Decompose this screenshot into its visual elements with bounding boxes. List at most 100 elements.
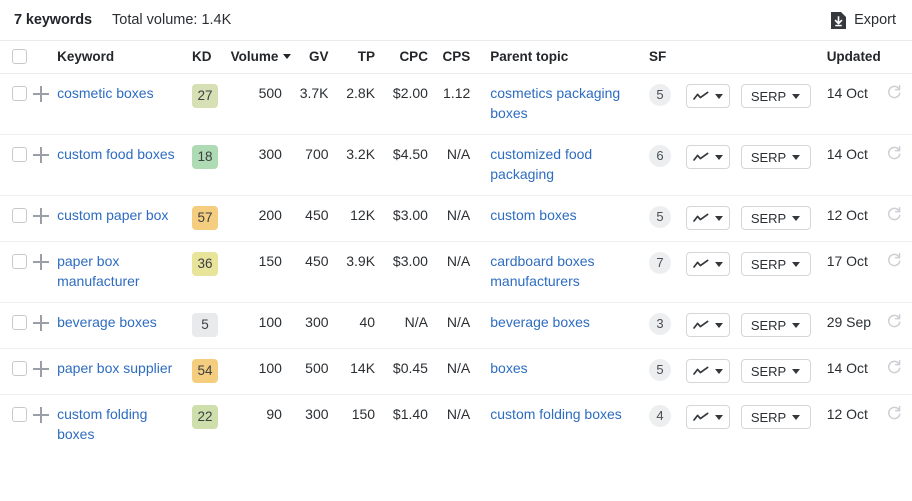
sparkline-icon (692, 213, 709, 224)
tp-cell: 2.8K (338, 73, 386, 135)
row-select-cell (0, 241, 30, 303)
serp-dropdown-button[interactable]: SERP (740, 84, 811, 108)
sort-desc-icon (283, 54, 292, 60)
serp-dropdown-button[interactable]: SERP (740, 359, 811, 383)
column-header-gv[interactable]: GV (291, 40, 339, 74)
kd-cell: 5 (181, 302, 231, 349)
refresh-icon[interactable] (882, 405, 912, 421)
sf-badge: 4 (648, 405, 671, 427)
column-header-updated[interactable]: Updated (816, 40, 883, 74)
parent-topic-link[interactable]: boxes (490, 359, 527, 379)
trend-dropdown-button[interactable] (685, 206, 730, 230)
trend-dropdown-button[interactable] (685, 145, 730, 169)
cps-cell: N/A (437, 195, 481, 242)
keyword-link[interactable]: paper box supplier (57, 359, 172, 379)
volume-cell: 300 (230, 134, 292, 196)
parent-topic-cell: customized food packaging (480, 134, 639, 196)
plus-icon[interactable] (32, 361, 49, 377)
column-header-cps[interactable]: CPS (437, 40, 481, 74)
sf-cell: 5 (638, 73, 686, 135)
trend-dropdown-button[interactable] (685, 252, 730, 276)
sf-badge: 3 (648, 313, 671, 335)
refresh-icon[interactable] (882, 145, 912, 161)
updated-date: 14 Oct (826, 360, 868, 376)
column-header-volume[interactable]: Volume (230, 40, 292, 74)
keyword-link[interactable]: beverage boxes (57, 313, 157, 333)
plus-icon[interactable] (32, 147, 49, 163)
sf-cell: 4 (639, 395, 686, 456)
keyword-link[interactable]: paper box manufacturer (57, 252, 182, 291)
plus-icon[interactable] (32, 407, 49, 423)
refresh-cell (882, 241, 912, 303)
export-button[interactable]: Export (829, 10, 898, 31)
column-header-kd[interactable]: KD (181, 40, 231, 74)
plus-icon[interactable] (32, 254, 49, 270)
chevron-down-icon (792, 93, 801, 99)
refresh-cell (882, 73, 912, 135)
serp-label: SERP (750, 256, 787, 272)
serp-dropdown-button[interactable]: SERP (740, 252, 811, 276)
trend-cell (685, 134, 741, 196)
trend-dropdown-button[interactable] (685, 405, 730, 429)
trend-dropdown-button[interactable] (685, 313, 730, 337)
parent-topic-link[interactable]: customized food packaging (490, 145, 639, 184)
row-checkbox[interactable] (12, 86, 27, 101)
chevron-down-icon (714, 261, 723, 267)
select-all-checkbox[interactable] (12, 49, 27, 64)
trend-cell (685, 302, 741, 349)
row-checkbox[interactable] (12, 315, 27, 330)
trend-dropdown-button[interactable] (685, 84, 730, 108)
refresh-icon[interactable] (882, 84, 912, 100)
select-all-header (0, 40, 30, 74)
row-checkbox[interactable] (12, 208, 27, 223)
parent-topic-link[interactable]: beverage boxes (490, 313, 590, 333)
plus-icon[interactable] (32, 208, 49, 224)
keyword-link[interactable]: custom paper box (57, 206, 168, 226)
keyword-link[interactable]: custom food boxes (57, 145, 175, 165)
table-header: Keyword KD Volume GV TP CPC CPS Parent t… (0, 40, 912, 74)
row-select-cell (0, 302, 30, 349)
row-checkbox[interactable] (12, 407, 27, 422)
column-header-keyword[interactable]: Keyword (57, 40, 182, 74)
parent-topic-link[interactable]: custom boxes (490, 206, 576, 226)
updated-cell: 29 Sep (816, 302, 883, 349)
row-checkbox[interactable] (12, 361, 27, 376)
column-header-cpc[interactable]: CPC (385, 40, 438, 74)
serp-dropdown-button[interactable]: SERP (740, 206, 811, 230)
table-row: custom paper box 57 200 450 12K $3.00 N/… (0, 195, 912, 242)
results-toolbar: 7 keywords Total volume: 1.4K Export (0, 0, 912, 40)
sparkline-icon (692, 259, 709, 270)
parent-topic-link[interactable]: custom folding boxes (490, 405, 622, 425)
refresh-cell (882, 134, 912, 196)
column-header-sf[interactable]: SF (638, 40, 686, 74)
row-expand-cell (29, 241, 58, 303)
column-header-tp[interactable]: TP (338, 40, 386, 74)
refresh-icon[interactable] (882, 313, 912, 329)
parent-topic-link[interactable]: cardboard boxes manufacturers (490, 252, 639, 291)
refresh-icon[interactable] (882, 206, 912, 222)
refresh-icon[interactable] (882, 252, 912, 268)
row-checkbox[interactable] (12, 254, 27, 269)
refresh-icon[interactable] (882, 359, 912, 375)
keyword-link[interactable]: cosmetic boxes (57, 84, 153, 104)
updated-cell: 12 Oct (817, 395, 883, 456)
sparkline-icon (692, 91, 709, 102)
serp-dropdown-button[interactable]: SERP (740, 145, 811, 169)
serp-dropdown-button[interactable]: SERP (740, 405, 811, 429)
keyword-cell: beverage boxes (57, 302, 182, 349)
sf-cell: 6 (638, 134, 686, 196)
serp-dropdown-button[interactable]: SERP (740, 313, 811, 337)
plus-icon[interactable] (32, 86, 49, 102)
column-header-parent-topic[interactable]: Parent topic (480, 40, 639, 74)
trend-dropdown-button[interactable] (685, 359, 730, 383)
table-header-row: Keyword KD Volume GV TP CPC CPS Parent t… (0, 40, 912, 74)
parent-topic-link[interactable]: cosmetics packaging boxes (490, 84, 639, 123)
plus-icon[interactable] (32, 315, 49, 331)
kd-cell: 36 (181, 241, 231, 303)
row-checkbox[interactable] (12, 147, 27, 162)
refresh-cell (882, 302, 912, 349)
keyword-link[interactable]: custom folding boxes (57, 405, 182, 444)
volume-cell: 100 (230, 302, 292, 349)
row-expand-cell (29, 134, 58, 196)
row-expand-cell (29, 195, 58, 242)
